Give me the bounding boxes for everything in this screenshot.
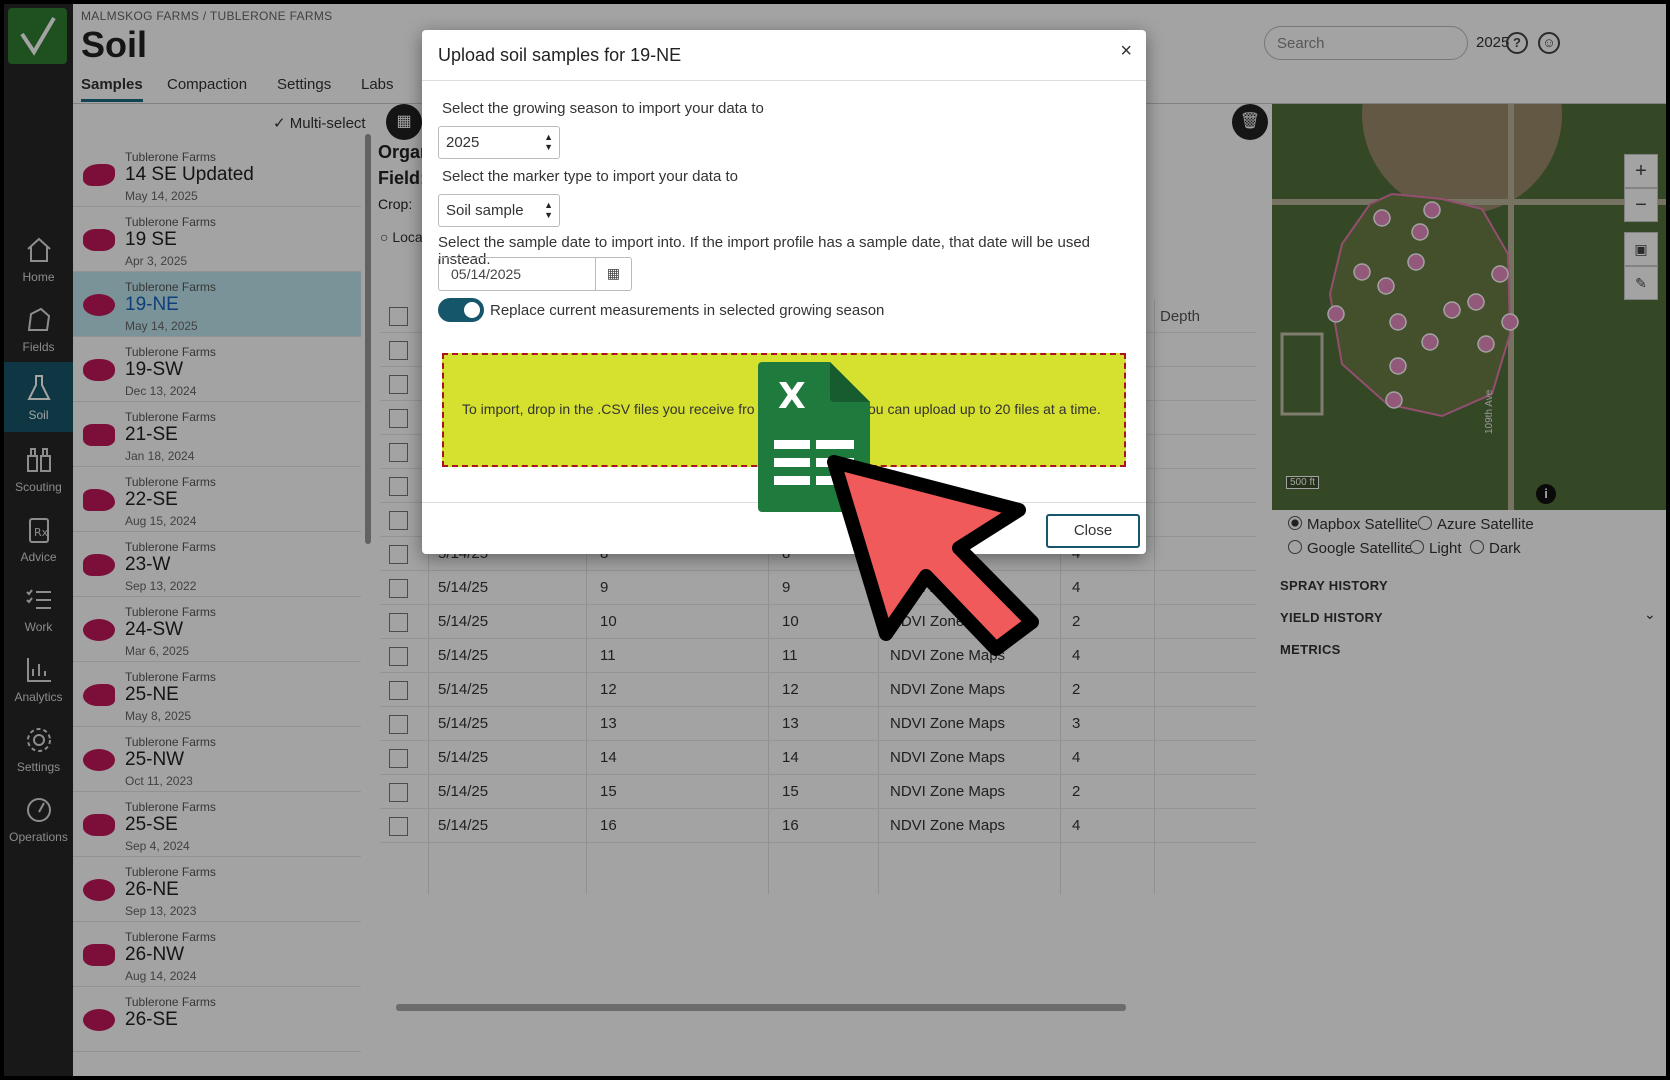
- marker-value: Soil sample: [446, 202, 524, 219]
- dropzone-text-right: ou can upload up to 20 files at a time.: [868, 401, 1101, 417]
- dropzone-text-left: To import, drop in the .CSV files you re…: [462, 401, 755, 417]
- divider: [422, 80, 1146, 81]
- season-select[interactable]: 2025 ▲ ▼: [438, 126, 560, 159]
- calendar-icon[interactable]: ▦: [595, 257, 631, 291]
- close-button[interactable]: Close: [1046, 514, 1140, 548]
- season-value: 2025: [446, 134, 480, 151]
- marker-label: Select the marker type to import your da…: [442, 168, 738, 185]
- cursor-arrow-icon: [827, 455, 1039, 656]
- toggle-label: Replace current measurements in selected…: [490, 302, 885, 319]
- modal-title: Upload soil samples for 19-NE: [438, 45, 682, 65]
- marker-type-select[interactable]: Soil sample ▲ ▼: [438, 194, 560, 227]
- season-label: Select the growing season to import your…: [442, 100, 764, 117]
- svg-text:X: X: [778, 376, 806, 417]
- sample-date-input[interactable]: 05/14/2025 ▦: [438, 257, 632, 291]
- replace-measurements-toggle[interactable]: [438, 298, 484, 322]
- spinner-icon: ▲ ▼: [544, 132, 553, 152]
- close-icon[interactable]: ×: [1120, 40, 1132, 63]
- spinner-icon: ▲ ▼: [544, 200, 553, 220]
- date-value: 05/14/2025: [451, 266, 522, 282]
- app-window: Home Fields Soil Scouting Rx Advice Work…: [4, 4, 1666, 1076]
